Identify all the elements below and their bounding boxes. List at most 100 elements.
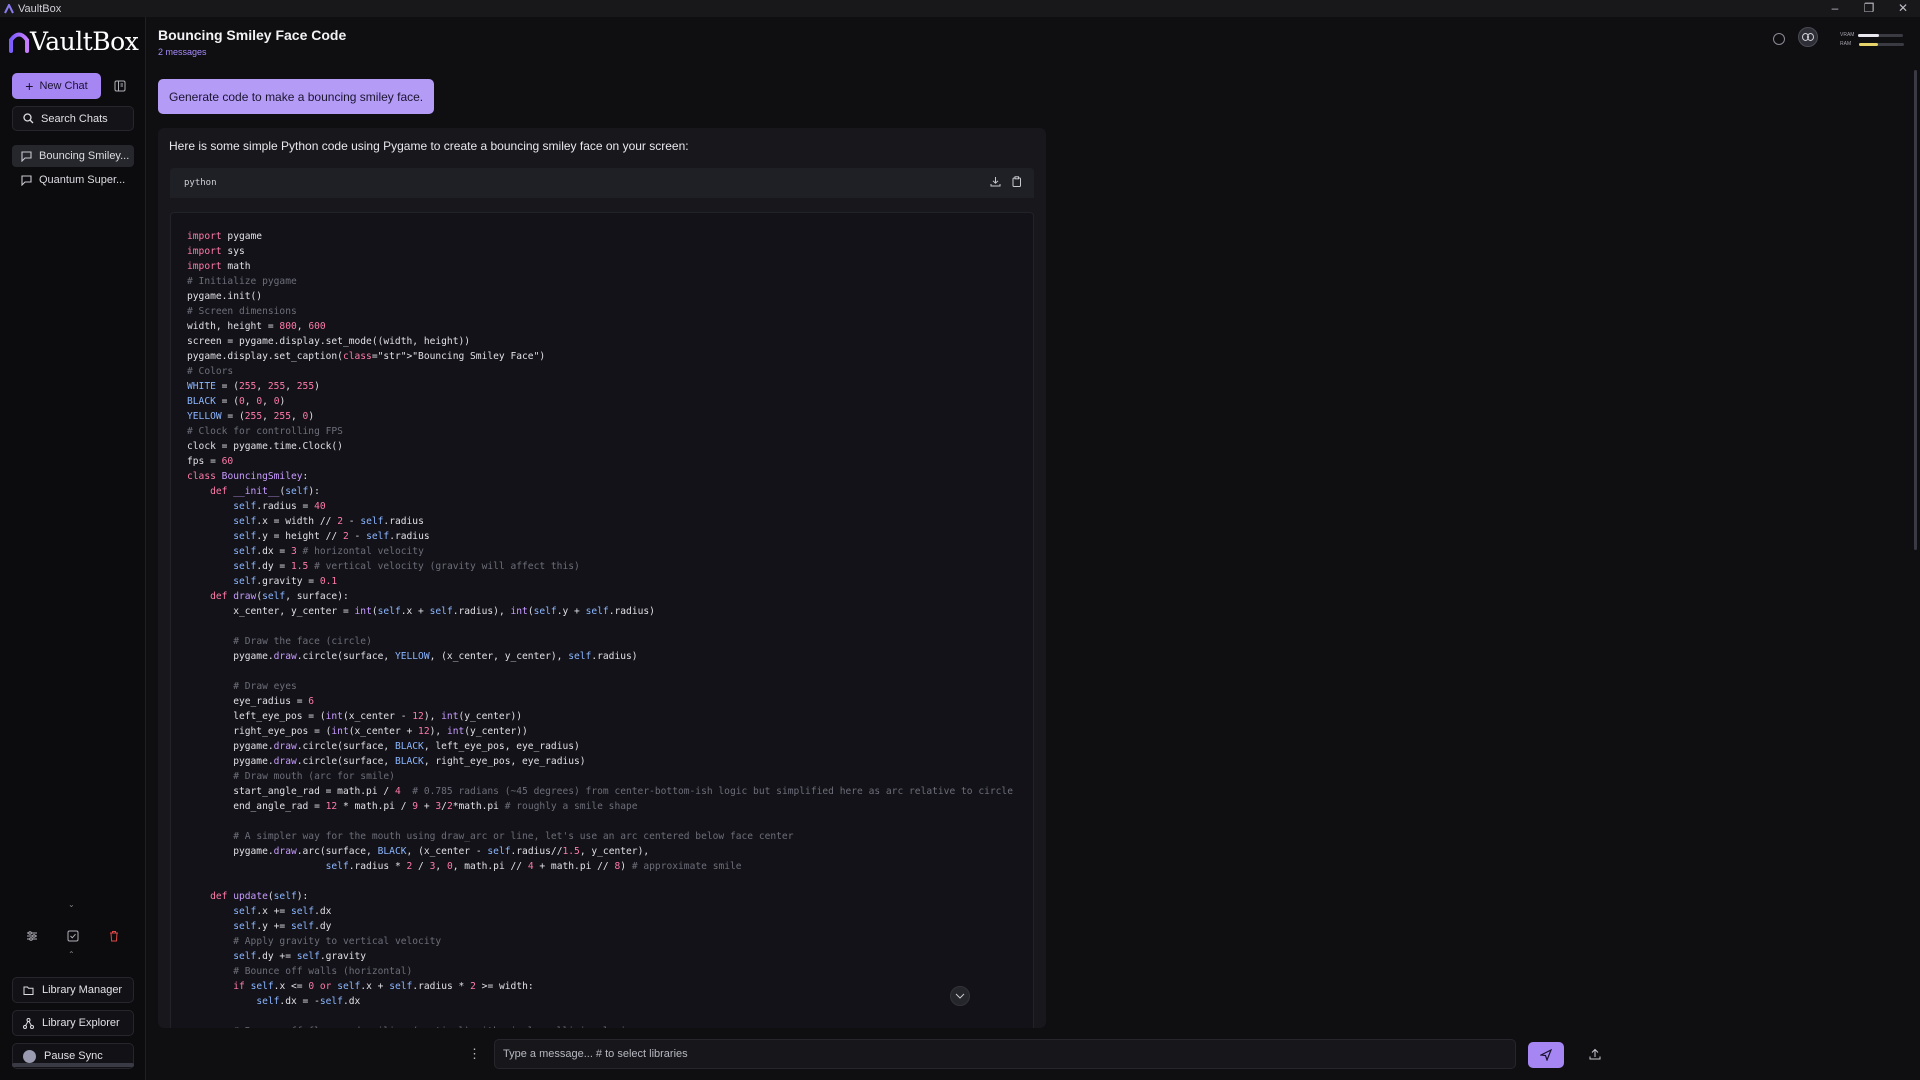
code-line: screen = pygame.display.set_mode((width,…: [187, 336, 471, 347]
copy-icon[interactable]: [1011, 176, 1022, 190]
sidebar-scrollbar[interactable]: [12, 1063, 134, 1067]
code-line: def update(self):: [210, 891, 309, 902]
app-logo-icon: [4, 3, 14, 13]
scroll-to-bottom-icon[interactable]: [950, 986, 970, 1006]
code-line: BLACK = (0, 0, 0): [187, 396, 286, 407]
library-explorer-button[interactable]: Library Explorer: [12, 1010, 134, 1036]
code-line: if self.x <= 0 or self.x + self.radius *…: [233, 981, 534, 992]
search-chats-button[interactable]: Search Chats: [12, 106, 134, 131]
status-area: VRAM RAM: [1760, 27, 1920, 54]
composer: ⋮: [458, 1038, 1608, 1070]
code-line: pygame.draw.circle(surface, BLACK, left_…: [187, 741, 580, 752]
chat-item-bouncing-smiley[interactable]: Bouncing Smiley...: [12, 145, 134, 167]
upload-icon[interactable]: [1586, 1045, 1604, 1063]
code-line: pygame.draw.arc(surface, BLACK, (x_cente…: [187, 846, 650, 857]
code-line: def __init__(self):: [210, 486, 320, 497]
code-line: left_eye_pos = (int(x_center - 12), int(…: [187, 711, 523, 722]
code-line: self.x = width // 2 - self.radius: [233, 516, 424, 527]
code-line: WHITE = (255, 255, 255): [187, 381, 320, 392]
code-line: eye_radius = 6: [187, 696, 315, 707]
code-line: YELLOW = (255, 255, 0): [187, 411, 315, 422]
trash-icon[interactable]: [103, 925, 125, 947]
code-line: self.radius * 2 / 3, 0, math.pi // 4 + m…: [325, 861, 742, 872]
code-line: self.radius = 40: [233, 501, 326, 512]
window-titlebar: VaultBox – ❐ ✕: [0, 0, 1920, 17]
code-line: self.y += self.dy: [233, 921, 332, 932]
sidebar: VaultBox + New Chat Search Chats Bouncin…: [0, 17, 146, 1080]
close-icon[interactable]: ✕: [1886, 0, 1920, 17]
ram-meter: RAM: [1840, 41, 1905, 47]
new-chat-button[interactable]: + New Chat: [12, 73, 101, 99]
select-checkbox-icon[interactable]: [62, 925, 84, 947]
plus-icon: +: [25, 78, 34, 94]
code-line: width, height = 800, 600: [187, 321, 326, 332]
chat-bubble-icon: [21, 150, 32, 162]
code-language-label: python: [184, 178, 217, 188]
vaultbox-logo-icon: [9, 32, 29, 53]
vram-meter: VRAM: [1840, 32, 1904, 38]
code-line: pygame.draw.circle(surface, BLACK, right…: [187, 756, 586, 767]
sidebar-toggle-icon[interactable]: [109, 75, 131, 97]
vram-label: VRAM: [1840, 32, 1855, 38]
library-manager-button[interactable]: Library Manager: [12, 977, 134, 1003]
search-chats-label: Search Chats: [41, 112, 108, 125]
window-title: VaultBox: [18, 2, 62, 15]
code-line: # Draw eyes: [233, 681, 297, 692]
code-line: start_angle_rad = math.pi / 4 # 0.785 ra…: [187, 786, 1013, 797]
sync-status-icon: [23, 1049, 36, 1063]
code-line: import sys: [187, 246, 245, 257]
code-line: self.dx = -self.dx: [256, 996, 361, 1007]
network-icon: [23, 1017, 34, 1029]
app-logo: VaultBox: [8, 27, 139, 56]
ram-label: RAM: [1840, 41, 1852, 47]
chat-bubble-icon: [21, 174, 32, 186]
pause-sync-label: Pause Sync: [44, 1050, 103, 1062]
code-line: self.x += self.dx: [233, 906, 332, 917]
more-options-icon[interactable]: ⋮: [468, 1046, 481, 1062]
code-line: clock = pygame.time.Clock(): [187, 441, 343, 452]
restore-icon[interactable]: ❐: [1852, 0, 1886, 17]
chat-item-label: Quantum Super...: [39, 174, 126, 186]
code-line: # Screen dimensions: [187, 306, 297, 317]
code-line: # Draw mouth (arc for smile): [233, 771, 395, 782]
code-line: self.dy += self.gravity: [233, 951, 367, 962]
code-line: # Initialize pygame: [187, 276, 297, 287]
download-icon[interactable]: [990, 176, 1001, 190]
code-line: end_angle_rad = 12 * math.pi / 9 + 3/2*m…: [187, 801, 638, 812]
code-line: self.dy = 1.5 # vertical velocity (gravi…: [233, 561, 580, 572]
chat-title: Bouncing Smiley Face Code: [158, 27, 347, 43]
link-icon[interactable]: [1798, 27, 1818, 47]
code-line: right_eye_pos = (int(x_center + 12), int…: [187, 726, 528, 737]
code-line: def draw(self, surface):: [210, 591, 349, 602]
code-line: self.y = height // 2 - self.radius: [233, 531, 430, 542]
code-line: # Bounce off walls (horizontal): [233, 966, 413, 977]
chat-item-quantum[interactable]: Quantum Super...: [12, 169, 134, 191]
status-circle-icon[interactable]: [1773, 33, 1785, 45]
chevron-up-icon[interactable]: ⌃: [68, 950, 75, 959]
code-line: pygame.init(): [187, 291, 263, 302]
code-line: # A simpler way for the mouth using draw…: [233, 831, 794, 842]
code-line: x_center, y_center = int(self.x + self.r…: [187, 606, 655, 617]
code-line: import pygame: [187, 231, 263, 242]
code-line: self.dx = 3 # horizontal velocity: [233, 546, 424, 557]
minimize-icon[interactable]: –: [1818, 0, 1852, 17]
code-line: # Clock for controlling FPS: [187, 426, 343, 437]
code-line: pygame.draw.circle(surface, YELLOW, (x_c…: [187, 651, 638, 662]
assistant-message: Here is some simple Python code using Py…: [158, 128, 1046, 1028]
code-line: pygame.display.set_caption(class="str">"…: [187, 351, 540, 362]
code-line: self.gravity = 0.1: [233, 576, 338, 587]
new-chat-label: New Chat: [39, 80, 88, 92]
chevron-down-icon[interactable]: ⌄: [68, 900, 75, 909]
code-line: # Apply gravity to vertical velocity: [233, 936, 442, 947]
library-explorer-label: Library Explorer: [42, 1017, 120, 1029]
code-line: # Draw the face (circle): [233, 636, 372, 647]
message-input[interactable]: [494, 1039, 1516, 1069]
message-count: 2 messages: [158, 47, 207, 57]
settings-sliders-icon[interactable]: [21, 925, 43, 947]
folder-icon: [23, 986, 34, 995]
user-message: Generate code to make a bouncing smiley …: [158, 79, 435, 114]
send-button[interactable]: [1528, 1042, 1564, 1068]
main-scrollbar[interactable]: [1914, 70, 1917, 550]
code-line: # Bounce off floor and ceiling (vertical…: [187, 1026, 632, 1028]
code-line: class BouncingSmiley:: [187, 471, 309, 482]
